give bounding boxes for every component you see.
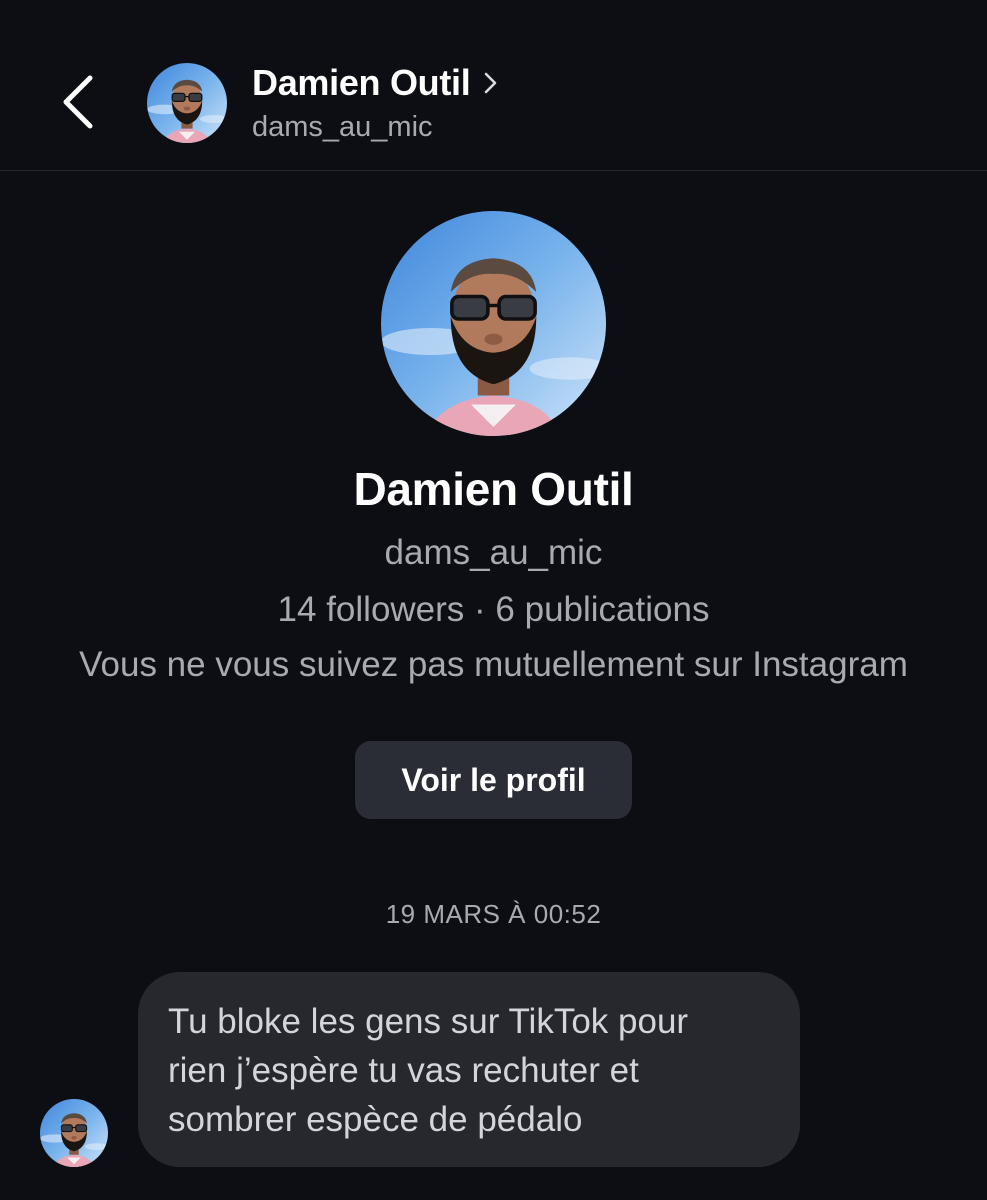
message-text-line: sombrer espèce de pédalo — [168, 1100, 583, 1139]
header-profile-link[interactable]: Damien Outil — [252, 62, 500, 104]
header-avatar[interactable] — [147, 63, 227, 143]
header-name: Damien Outil — [252, 62, 471, 103]
message-text-line: rien j’espère tu vas rechuter et — [168, 1051, 639, 1090]
profile-username: dams_au_mic — [384, 533, 603, 572]
message-text-line: Tu bloke les gens sur TikTok pour — [168, 1002, 689, 1041]
chat-header: Damien Outil dams_au_mic — [0, 0, 987, 171]
profile-stats: 14 followers · 6 publications — [277, 590, 710, 629]
profile-name: Damien Outil — [353, 463, 634, 515]
chevron-right-icon — [485, 72, 497, 94]
message-bubble[interactable]: Tu bloke les gens sur TikTok pour rien j… — [138, 972, 800, 1167]
back-button[interactable] — [50, 70, 110, 134]
mutual-follow-notice: Vous ne vous suivez pas mutuellement sur… — [79, 645, 908, 684]
profile-avatar[interactable] — [381, 211, 606, 436]
header-username: dams_au_mic — [252, 111, 433, 143]
chevron-left-icon — [63, 75, 93, 129]
view-profile-button[interactable]: Voir le profil — [355, 741, 632, 819]
sender-avatar[interactable] — [40, 1099, 108, 1167]
message-timestamp: 19 MARS À 00:52 — [385, 899, 602, 929]
